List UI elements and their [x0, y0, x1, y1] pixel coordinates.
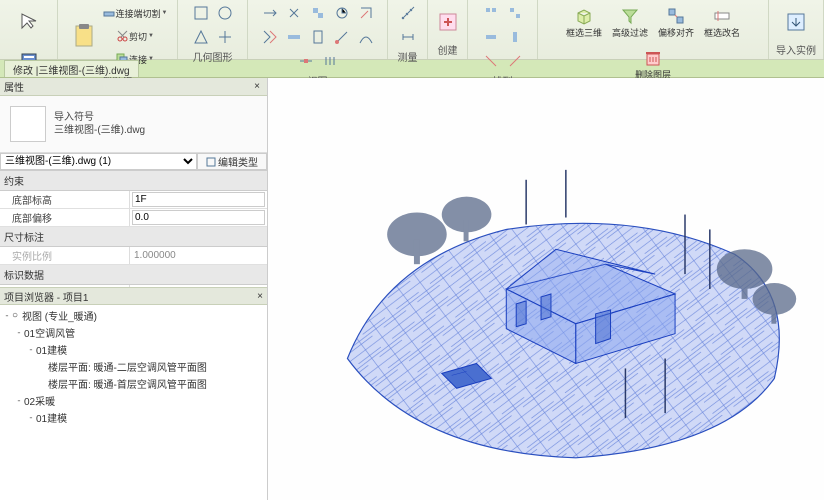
paste-button[interactable]: [68, 17, 100, 55]
browser-header: 项目浏览器 - 项目1 ×: [0, 287, 267, 305]
mod-btn[interactable]: [307, 2, 329, 24]
level-input[interactable]: [132, 192, 265, 207]
project-browser-tree: -○视图 (专业_暖通) -01空调风管 -01建模 楼层平面: 暖通-二层空调…: [0, 305, 267, 500]
tree-node[interactable]: -○视图 (专业_暖通): [2, 307, 265, 324]
mod-btn[interactable]: [295, 50, 317, 72]
viewport-3d[interactable]: [268, 78, 824, 500]
arr-btn[interactable]: [480, 26, 502, 48]
model-3d: [268, 78, 824, 500]
ribbon-group-arrange: 排列: [468, 0, 538, 59]
instance-selector[interactable]: 三维视图-(三维).dwg (1): [0, 153, 197, 170]
prop-row: 底部标高: [0, 191, 267, 209]
tree-node[interactable]: -01建模: [2, 409, 265, 426]
offset-align-btn[interactable]: 偏移对齐: [654, 2, 698, 42]
geom-btn-2[interactable]: [214, 2, 236, 24]
arr-btn[interactable]: [504, 26, 526, 48]
import-btn[interactable]: [780, 3, 812, 41]
ribbon-label: 创建: [438, 42, 458, 57]
arr-btn[interactable]: [504, 2, 526, 24]
ribbon-group-create: 创建: [428, 0, 468, 59]
modify-button[interactable]: [13, 2, 45, 40]
main-area: 属性 × 导入符号 三维视图-(三维).dwg 三维视图-(三维).dwg (1…: [0, 78, 824, 500]
create-btn[interactable]: [432, 3, 464, 41]
edit-type-button[interactable]: 编辑类型: [197, 153, 267, 170]
tree-node[interactable]: -01建模: [2, 341, 265, 358]
prop-row: 实例比例 1.000000: [0, 247, 267, 265]
arr-btn[interactable]: [480, 50, 502, 72]
rename-btn[interactable]: 框选改名: [700, 2, 744, 42]
ribbon-label: 导入实例: [776, 42, 816, 57]
tree-node[interactable]: -02采暖: [2, 392, 265, 409]
ribbon-group-import: 导入实例: [769, 0, 824, 59]
dimension-btn[interactable]: [397, 26, 419, 48]
arr-btn[interactable]: [480, 2, 502, 24]
ribbon-label: 测量: [398, 49, 418, 64]
context-tab[interactable]: 修改 | 三维视图-(三维).dwg: [4, 60, 139, 77]
prop-category[interactable]: 约束: [0, 171, 267, 191]
geom-btn-1[interactable]: [190, 2, 212, 24]
ribbon-label: 几何图形: [193, 49, 233, 64]
mod-btn[interactable]: [331, 2, 353, 24]
left-panel: 属性 × 导入符号 三维视图-(三维).dwg 三维视图-(三维).dwg (1…: [0, 78, 268, 500]
ribbon-group-measure: 测量: [388, 0, 428, 59]
prop-row: 底部偏移: [0, 209, 267, 227]
mod-btn[interactable]: [307, 26, 329, 48]
type-selector[interactable]: 导入符号 三维视图-(三维).dwg: [0, 96, 267, 153]
mod-btn[interactable]: [355, 2, 377, 24]
prop-category[interactable]: 尺寸标注: [0, 227, 267, 247]
arr-btn[interactable]: [504, 50, 526, 72]
prop-category[interactable]: 标识数据: [0, 265, 267, 285]
tree-node[interactable]: 楼层平面: 暖通-二层空调风管平面图: [2, 358, 265, 375]
cut-button[interactable]: 剪切▼: [102, 25, 168, 47]
type-icon: [10, 106, 46, 142]
cut-join-button[interactable]: 连接端切割▼: [102, 2, 168, 24]
mod-btn[interactable]: [259, 2, 281, 24]
ribbon-group-modify: 视图: [248, 0, 388, 59]
mod-btn[interactable]: [319, 50, 341, 72]
box3d-btn[interactable]: 框选三维: [562, 2, 606, 42]
geom-btn-3[interactable]: [190, 26, 212, 48]
geom-btn-4[interactable]: [214, 26, 236, 48]
properties-header: 属性 ×: [0, 78, 267, 96]
measure-btn[interactable]: [397, 2, 419, 24]
ribbon-group-geometry: 几何图形: [178, 0, 248, 59]
mod-btn[interactable]: [331, 26, 353, 48]
ribbon-group-clipboard: 连接端切割▼ 剪切▼ 连接▼ 剪贴板: [58, 0, 178, 59]
filter-btn[interactable]: 高级过滤: [608, 2, 652, 42]
mod-btn[interactable]: [283, 2, 305, 24]
offset-input[interactable]: [132, 210, 265, 225]
ribbon-group-master: 框选三维 高级过滤 偏移对齐 框选改名 删除图层 建模大师（通用）: [538, 0, 769, 59]
tree-node[interactable]: -01空调风管: [2, 324, 265, 341]
tree-node[interactable]: 楼层平面: 暖通-首层空调风管平面图: [2, 375, 265, 392]
mod-btn[interactable]: [259, 26, 281, 48]
instance-selector-row: 三维视图-(三维).dwg (1) 编辑类型: [0, 153, 267, 171]
close-icon[interactable]: ×: [257, 291, 263, 302]
mod-btn[interactable]: [283, 26, 305, 48]
mod-btn[interactable]: [355, 26, 377, 48]
close-icon[interactable]: ×: [251, 81, 263, 92]
ribbon-group-select: 选择 ▼: [0, 0, 58, 59]
ribbon: 选择 ▼ 连接端切割▼ 剪切▼ 连接▼ 剪贴板 几何图形: [0, 0, 824, 60]
